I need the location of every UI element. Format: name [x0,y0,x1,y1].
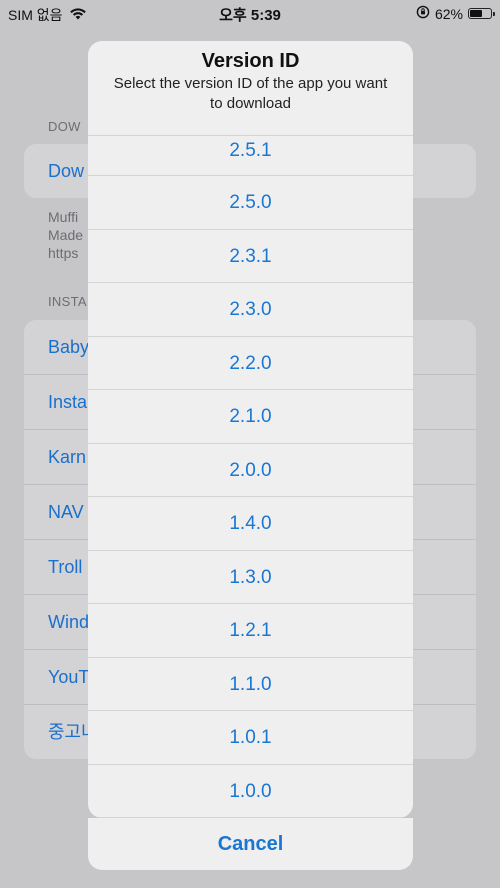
battery-cap [493,12,495,16]
sheet-message: Select the version ID of the app you wan… [113,75,388,112]
sheet-header: Version ID Select the version ID of the … [88,41,413,136]
version-option[interactable]: 2.0.0 [88,444,413,497]
footer-line: https [48,245,79,261]
version-option[interactable]: 2.3.1 [88,230,413,283]
battery-percent: 62% [434,5,463,22]
version-action-sheet: Version ID Select the version ID of the … [88,41,413,818]
version-option[interactable]: 2.5.1 [88,136,413,176]
version-option[interactable]: 1.1.0 [88,658,413,711]
cancel-button[interactable]: Cancel [88,818,413,870]
footer-line: Made [48,227,84,243]
version-option[interactable]: 1.0.1 [88,711,413,765]
orientation-lock-icon [416,5,430,22]
version-option[interactable]: 2.2.0 [88,337,413,390]
installed-section-header: INSTA [48,294,87,309]
version-list: 2.5.1 2.5.0 2.3.1 2.3.0 2.2.0 2.1.0 2.0.… [88,136,413,818]
status-bar: SIM 없음 오후 5:39 62% [0,0,500,28]
battery-icon [468,8,495,19]
version-option[interactable]: 2.5.0 [88,176,413,230]
battery-level [470,10,482,17]
version-option[interactable]: 2.3.0 [88,283,413,337]
version-option[interactable]: 1.0.0 [88,765,413,818]
download-section-header: DOW [48,119,81,134]
version-option[interactable]: 1.2.1 [88,604,413,658]
footer-text: Muffi Made https [48,208,83,262]
footer-line: Muffi [48,209,79,225]
status-right: 62% [416,5,495,22]
screen: DOW Dow Muffi Made https INSTA Baby Inst… [0,0,500,888]
version-option[interactable]: 1.3.0 [88,551,413,604]
sheet-title: Version ID [201,50,300,72]
version-option[interactable]: 1.4.0 [88,497,413,551]
version-option[interactable]: 2.1.0 [88,390,413,444]
